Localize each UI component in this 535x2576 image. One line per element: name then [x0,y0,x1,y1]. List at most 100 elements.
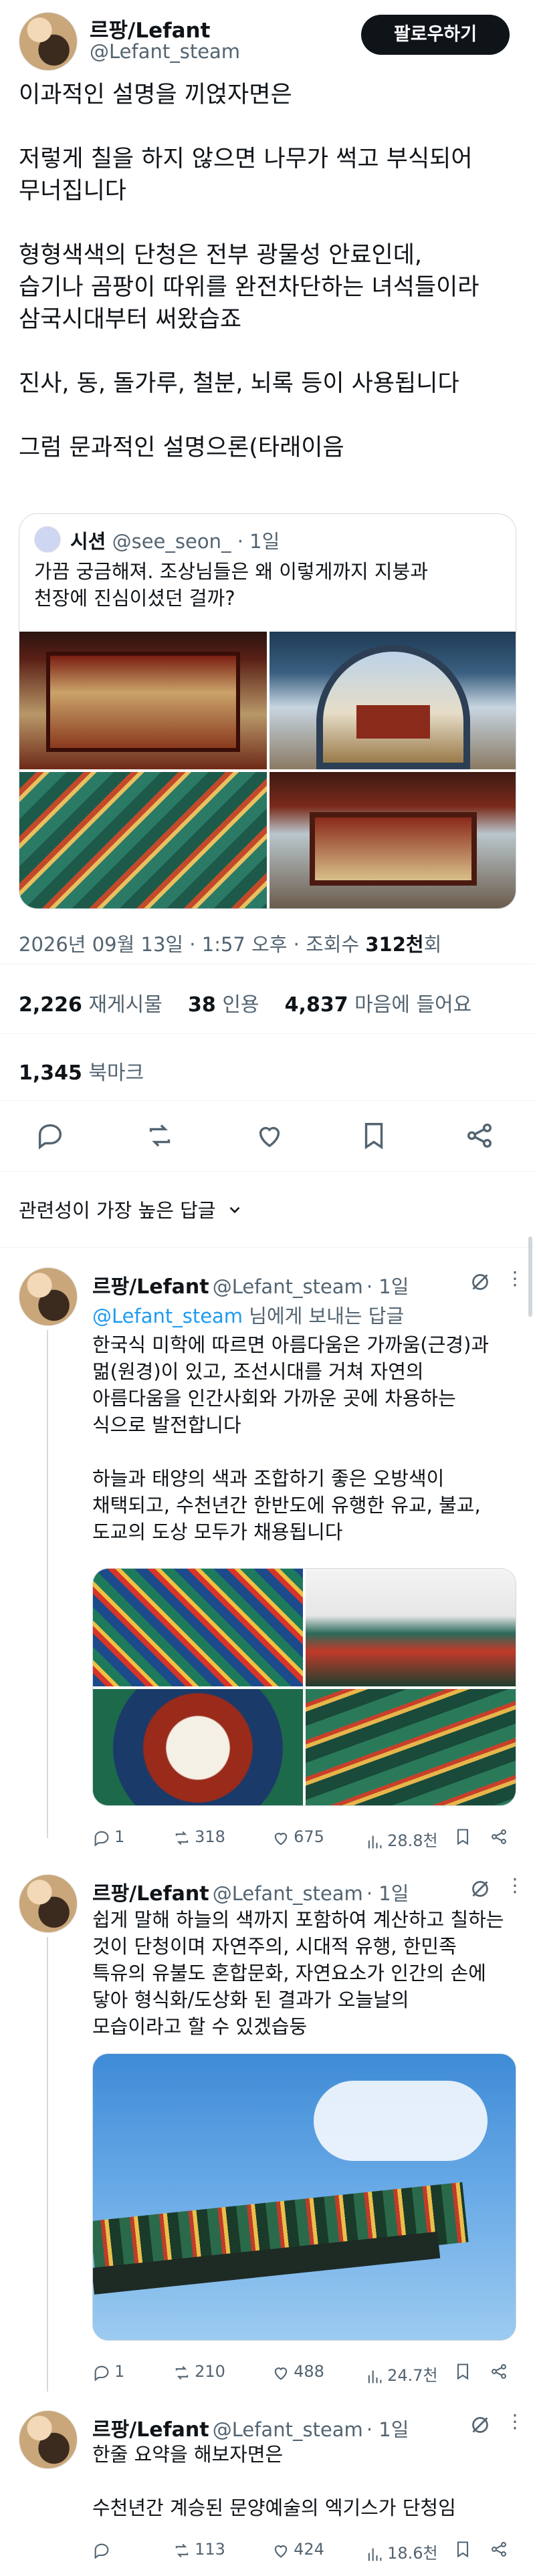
reply-image-crane-painting[interactable] [93,1689,303,1805]
timestamp-text: 2026년 09월 13일 · 1:57 오후 · 조회수 [19,933,366,956]
reply-author-name[interactable]: 르팡/Lefant [92,1882,209,1906]
reply-reply-action[interactable] [92,2540,111,2563]
scrollbar[interactable] [528,1237,532,1317]
reposts-count: 2,226 [19,993,82,1017]
quote-image-palace-gate[interactable] [270,632,516,769]
bookmark-icon[interactable] [453,1827,472,1849]
replying-to: @Lefant_steam 님에게 보내는 답글 [92,1301,404,1329]
reply-repost-action[interactable]: 210 [173,2362,225,2385]
quote-image-gate-view[interactable] [270,772,516,908]
quote-time: · 1일 [237,530,280,553]
reply-like-action[interactable]: 424 [272,2540,324,2563]
quote-image-eaves[interactable] [19,772,267,908]
reply-reply-action[interactable]: 1 [92,1827,124,1850]
reply-author-name[interactable]: 르팡/Lefant [92,1275,209,1299]
reply-line: 닿아 형식화/도상화 된 결과가 오늘날의 [92,1988,409,2011]
bookmark-icon[interactable] [453,2362,472,2384]
grok-icon[interactable] [468,2413,492,2437]
post-line: 무너집니다 [19,178,127,205]
reply-like-action[interactable]: 675 [272,1827,324,1850]
reply-repost-action[interactable]: 318 [173,1827,225,1850]
reply-author-handle[interactable]: @Lefant_steam [213,2418,363,2441]
post-line: 이과적인 설명을 끼얹자면은 [19,82,292,108]
reposts-stat[interactable]: 2,226 재게시물 [19,993,163,1017]
reply-image-bracket-detail[interactable] [306,1689,516,1805]
replying-to-suffix: 님에게 보내는 답글 [243,1305,405,1327]
reply-views-action[interactable]: 18.6천 [365,2540,438,2567]
reply-reposts-count: 210 [195,2362,225,2381]
share-icon[interactable] [490,1827,508,1849]
reply-media-grid [92,1568,516,1806]
views-icon [365,1833,384,1854]
quote-author-name: 시션 [70,530,106,553]
reply-header: 르팡/Lefant @Lefant_steam · 1일 [92,2413,409,2442]
share-icon[interactable] [490,2362,508,2384]
share-icon[interactable] [464,1120,495,1151]
post-text: 이과적인 설명을 끼얹자면은 저렇게 칠을 하지 않으면 나무가 썩고 부식되어… [19,79,527,464]
reply-line: 도교의 도상 모두가 채용됩니다 [92,1521,343,1543]
bookmarks-stat[interactable]: 1,345 북마크 [19,1056,144,1085]
grok-icon[interactable] [468,1877,492,1901]
quotes-stat[interactable]: 38 인용 [188,993,259,1017]
post-line [19,400,527,432]
more-options-icon[interactable]: ⋮ [506,1874,524,1896]
post-line [19,111,527,143]
more-options-icon[interactable]: ⋮ [506,1267,524,1289]
reply-image-roof-eaves[interactable] [306,1569,516,1686]
reply-time: · 1일 [366,1882,409,1905]
like-icon[interactable] [254,1120,285,1151]
reply-author-handle[interactable]: @Lefant_steam [213,1275,363,1298]
author-name[interactable]: 르팡/Lefant [90,13,210,43]
reply-line: 것이 단청이며 자연주의, 시대적 유행, 한민족 [92,1935,457,1958]
quote-image-corridor[interactable] [19,632,267,769]
reply-line: 아름다움을 인간사회와 가까운 곳에 차용하는 [92,1387,456,1410]
views-suffix: 회 [423,933,442,956]
replies-sort-dropdown[interactable]: 관련성이 가장 높은 답글 [19,1195,243,1223]
reply-action-bar: 113 424 18.6천 [92,2540,520,2567]
quote-author-handle: @see_seon_ [112,530,231,553]
reply-text: 쉽게 말해 하늘의 색까지 포함하여 계산하고 칠하는 것이 단청이며 자연주의… [92,1906,520,2040]
reply-line: 수천년간 계승된 문양예술의 엑기스가 단청임 [92,2496,456,2519]
like-icon [272,2541,290,2563]
reply-avatar[interactable] [19,1874,78,1933]
reply-reposts-count: 113 [195,2540,225,2559]
quoted-post-card[interactable]: 시션 @see_seon_ · 1일 가끔 궁금해져. 조상님들은 왜 이렇게까… [19,513,516,909]
share-icon[interactable] [490,2540,508,2561]
bookmark-icon[interactable] [453,2540,472,2561]
reply-line: 한줄 요약을 해보자면은 [92,2443,284,2466]
reply-views-action[interactable]: 28.8천 [365,1827,438,1854]
reply-image-roof-sky[interactable] [92,2053,516,2341]
likes-stat[interactable]: 4,837 마음에 들어요 [285,993,472,1017]
reply-reply-action[interactable]: 1 [92,2362,124,2385]
reply-likes-count: 424 [294,2540,324,2559]
reposts-label: 재게시물 [88,993,163,1017]
reply-line: 채택되고, 수천년간 한반도에 유행한 유교, 불교, [92,1494,481,1517]
reply-action-bar: 1 210 488 24.7천 [92,2362,520,2389]
more-options-icon[interactable]: ⋮ [506,2410,524,2432]
follow-button[interactable]: 팔로우하기 [361,15,510,55]
bookmark-icon[interactable] [358,1120,389,1151]
author-avatar[interactable] [19,12,78,71]
reply-line: 식으로 발전합니다 [92,1414,241,1436]
bookmarks-count: 1,345 [19,1061,82,1085]
reply-replies-count: 1 [114,1827,125,1846]
reply-likes-count: 488 [294,2362,324,2381]
reply-header: 르팡/Lefant @Lefant_steam · 1일 [92,1270,409,1299]
reply-line: 모습이라고 할 수 있겠습둥 [92,2015,308,2038]
reply-line: 하늘과 태양의 색과 조합하기 좋은 오방색이 [92,1467,445,1490]
views-count: 312천 [365,933,424,956]
reply-repost-action[interactable]: 113 [173,2540,225,2563]
repost-icon[interactable] [144,1120,175,1151]
reply-views-action[interactable]: 24.7천 [365,2362,438,2389]
reply-like-action[interactable]: 488 [272,2362,324,2385]
reply-avatar[interactable] [19,1267,78,1326]
post-line [19,336,527,368]
reply-image-dancheong-pattern[interactable] [93,1569,303,1686]
reply-avatar[interactable] [19,2410,78,2469]
grok-icon[interactable] [468,1270,492,1294]
reply-author-name[interactable]: 르팡/Lefant [92,2418,209,2442]
reply-icon[interactable] [35,1120,66,1151]
author-handle[interactable]: @Lefant_steam [90,40,240,63]
replying-to-handle[interactable]: @Lefant_steam [92,1305,243,1327]
reply-author-handle[interactable]: @Lefant_steam [213,1882,363,1905]
